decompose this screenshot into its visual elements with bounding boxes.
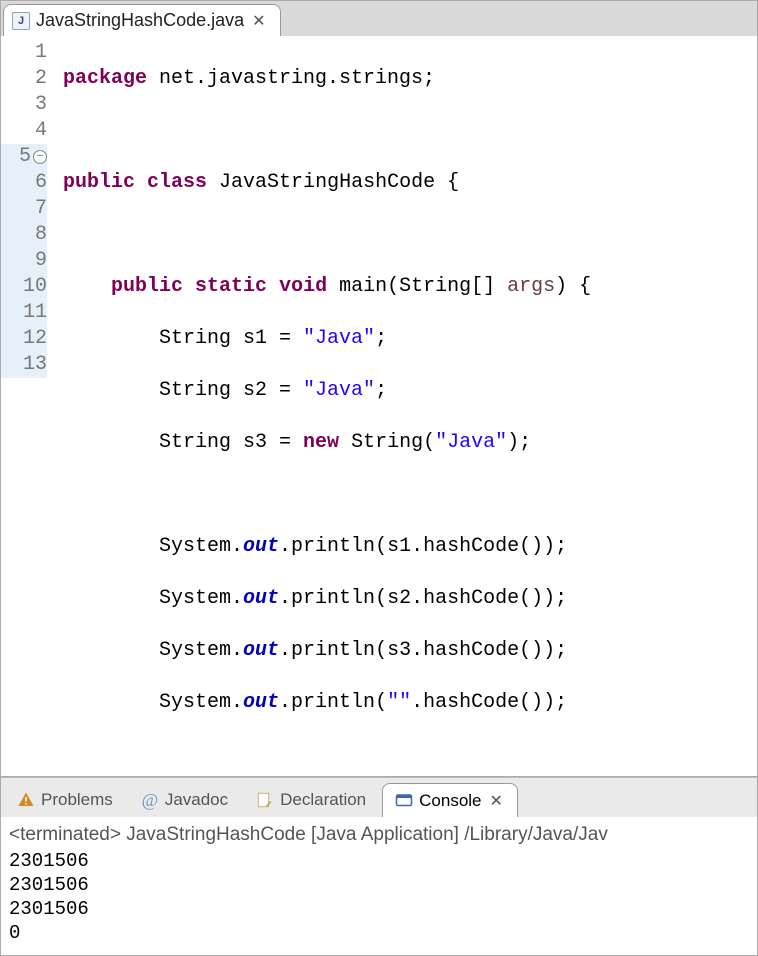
tab-declaration[interactable]: Declaration — [244, 783, 378, 817]
line-number: 2 — [17, 66, 47, 92]
line-number: 4 — [17, 118, 47, 144]
console-output-line: 2301506 — [9, 873, 749, 897]
tab-label: Problems — [41, 790, 113, 810]
tab-problems[interactable]: Problems — [5, 783, 125, 817]
editor-tab[interactable]: J JavaStringHashCode.java ✕ — [3, 4, 281, 36]
tab-label: Console — [419, 791, 481, 811]
java-file-icon: J — [12, 12, 30, 30]
editor-tab-bar: J JavaStringHashCode.java ✕ — [1, 0, 757, 36]
line-number: 6 — [17, 170, 47, 196]
console-output-line: 0 — [9, 921, 749, 945]
tab-javadoc[interactable]: @ Javadoc — [129, 783, 240, 817]
line-number: 9 — [17, 248, 47, 274]
tab-label: Javadoc — [165, 790, 228, 810]
console-output-line: 2301506 — [9, 849, 749, 873]
console-status: <terminated> JavaStringHashCode [Java Ap… — [9, 823, 749, 847]
console-body[interactable]: <terminated> JavaStringHashCode [Java Ap… — [1, 817, 757, 955]
line-number: 8 — [17, 222, 47, 248]
line-number: 1 — [17, 40, 47, 66]
tab-console[interactable]: Console ✕ — [382, 783, 518, 817]
console-area: Problems @ Javadoc Declaration Console ✕… — [0, 777, 758, 956]
line-number: 10 — [17, 274, 47, 300]
console-icon — [395, 792, 413, 810]
line-number: 11 — [17, 300, 47, 326]
line-gutter: 1 2 3 4 5− 6 7 8 9 10 11 12 13 — [1, 36, 55, 776]
code-text[interactable]: package net.javastring.strings; public c… — [55, 36, 591, 776]
tab-label: Declaration — [280, 790, 366, 810]
close-icon[interactable]: ✕ — [488, 791, 505, 811]
console-output-line: 2301506 — [9, 897, 749, 921]
code-editor[interactable]: 1 2 3 4 5− 6 7 8 9 10 11 12 13 package n… — [1, 36, 757, 776]
line-number: 3 — [17, 92, 47, 118]
javadoc-icon: @ — [141, 791, 159, 809]
declaration-icon — [256, 791, 274, 809]
editor-area: J JavaStringHashCode.java ✕ 1 2 3 4 5− 6… — [0, 0, 758, 777]
line-number: 13 — [17, 352, 47, 378]
tab-filename: JavaStringHashCode.java — [36, 10, 244, 31]
problems-icon — [17, 791, 35, 809]
line-number: 5 — [1, 144, 31, 170]
line-number: 12 — [17, 326, 47, 352]
fold-collapse-icon[interactable]: − — [33, 150, 47, 164]
view-tab-bar: Problems @ Javadoc Declaration Console ✕ — [1, 777, 757, 817]
close-icon[interactable]: ✕ — [250, 11, 267, 31]
line-number: 7 — [17, 196, 47, 222]
